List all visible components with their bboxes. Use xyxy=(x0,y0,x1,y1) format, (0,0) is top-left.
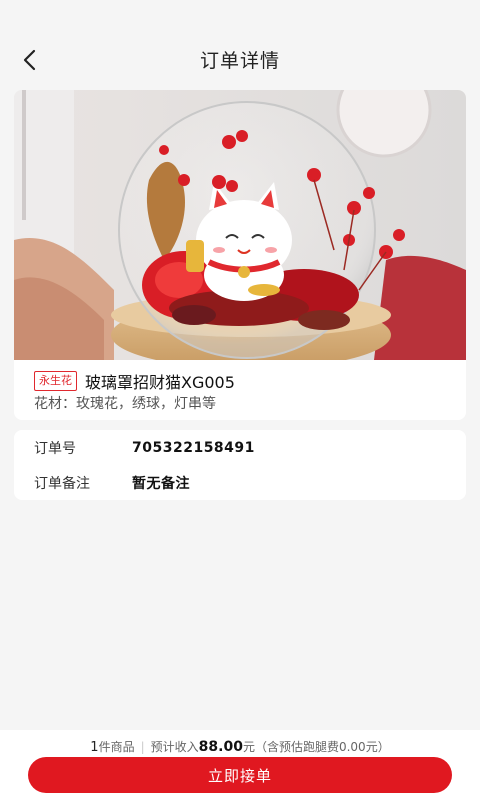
product-materials: 花材： 玫瑰花，绣球，灯串等 xyxy=(34,393,216,413)
materials-label: 花材： xyxy=(34,396,76,412)
materials-value: 玫瑰花，绣球，灯串等 xyxy=(76,396,216,412)
product-category-tag: 永生花 xyxy=(34,371,77,391)
item-count-suffix: 件商品 xyxy=(98,740,135,754)
order-summary: 1件商品 | 预计收入88.00元（含预估跑腿费0.00元） xyxy=(0,738,480,755)
income-label: 预计收入 xyxy=(150,740,199,754)
product-card: 永生花 玻璃罩招财猫XG005 花材： 玫瑰花，绣球，灯串等 xyxy=(14,90,466,420)
order-note-value: 暂无备注 xyxy=(132,476,190,492)
header-bar: 订单详情 xyxy=(0,0,480,88)
product-image xyxy=(14,90,466,360)
accept-order-button[interactable]: 立即接单 xyxy=(28,757,452,793)
page-title: 订单详情 xyxy=(199,50,280,72)
order-info-card: 订单号 705322158491 订单备注 暂无备注 xyxy=(14,430,466,500)
order-note-row: 订单备注 暂无备注 xyxy=(34,473,456,493)
delivery-fee-note: （含预估跑腿费0.00元） xyxy=(254,740,390,754)
item-count: 1 xyxy=(90,740,99,755)
order-number-value: 705322158491 xyxy=(132,440,255,456)
bottom-action-bar: 1件商品 | 预计收入88.00元（含预估跑腿费0.00元） 立即接单 xyxy=(0,730,480,800)
income-unit: 元 xyxy=(242,740,255,754)
product-title-row: 永生花 玻璃罩招财猫XG005 xyxy=(34,370,456,392)
income-amount: 88.00 xyxy=(198,739,243,755)
summary-separator: | xyxy=(140,740,145,754)
product-name: 玻璃罩招财猫XG005 xyxy=(85,373,235,392)
order-note-label: 订单备注 xyxy=(34,476,90,492)
order-number-row: 订单号 705322158491 xyxy=(34,438,456,458)
order-number-label: 订单号 xyxy=(34,441,76,457)
